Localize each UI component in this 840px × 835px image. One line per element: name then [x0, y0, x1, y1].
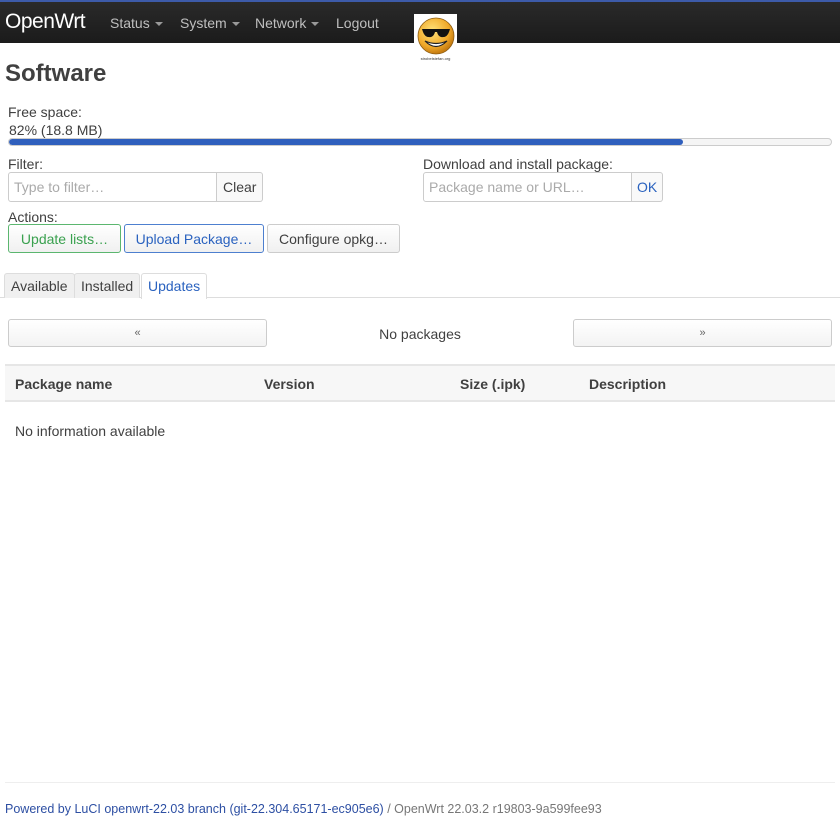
- free-space-value: 82% (18.8 MB): [9, 122, 103, 138]
- download-ok-button[interactable]: OK: [632, 172, 664, 202]
- logo-caption: strobelstefan.org: [420, 56, 451, 61]
- footer-divider: [5, 782, 835, 783]
- upload-package-button[interactable]: Upload Package…: [124, 224, 264, 253]
- nav-logout-label: Logout: [336, 15, 379, 31]
- package-tabs: Available Installed Updates: [0, 273, 840, 299]
- caret-down-icon: [154, 22, 163, 27]
- column-size[interactable]: Size (.ipk): [460, 376, 525, 392]
- clear-filter-button[interactable]: Clear: [217, 172, 264, 202]
- filter-input[interactable]: [8, 172, 217, 202]
- column-package-name[interactable]: Package name: [15, 376, 112, 392]
- nav-status-label: Status: [110, 15, 150, 31]
- caret-down-icon: [231, 22, 240, 27]
- page-title: Software: [5, 60, 107, 87]
- filter-group: Clear: [8, 172, 264, 202]
- nav-network-label: Network: [255, 15, 307, 31]
- brand-logo[interactable]: OpenWrt: [5, 10, 86, 34]
- free-space-label: Free space:: [8, 104, 82, 120]
- update-lists-button[interactable]: Update lists…: [8, 224, 121, 253]
- luci-link[interactable]: Powered by LuCI openwrt-22.03 branch (gi…: [5, 802, 384, 816]
- free-space-progress-bar: [8, 138, 832, 146]
- free-space-progress-fill: [9, 139, 684, 145]
- tab-installed[interactable]: Installed: [74, 273, 141, 298]
- footer: Powered by LuCI openwrt-22.03 branch (gi…: [5, 802, 602, 816]
- firmware-version: OpenWrt 22.03.2 r19803-9a599fee93: [394, 802, 602, 816]
- table-header: Package name Version Size (.ipk) Descrip…: [5, 364, 835, 402]
- empty-table-message: No information available: [15, 423, 166, 439]
- package-url-input[interactable]: [423, 172, 632, 202]
- column-version[interactable]: Version: [264, 376, 315, 392]
- nav-system-label: System: [180, 15, 227, 31]
- tab-updates[interactable]: Updates: [141, 273, 208, 299]
- nav-status[interactable]: Status: [110, 15, 163, 31]
- nav-logout[interactable]: Logout: [336, 15, 379, 31]
- sunglasses-smiley-icon: [417, 17, 454, 55]
- filter-label: Filter:: [8, 156, 43, 172]
- download-label: Download and install package:: [423, 156, 613, 172]
- tab-available[interactable]: Available: [4, 273, 75, 298]
- column-description[interactable]: Description: [589, 376, 666, 392]
- actions-label: Actions:: [8, 209, 58, 225]
- download-group: OK: [423, 172, 664, 202]
- next-page-button[interactable]: »: [573, 319, 832, 347]
- configure-opkg-button[interactable]: Configure opkg…: [267, 224, 400, 253]
- nav-system[interactable]: System: [180, 15, 240, 31]
- footer-separator: /: [383, 802, 395, 816]
- nav-network[interactable]: Network: [255, 15, 320, 31]
- site-logo: strobelstefan.org: [414, 14, 457, 63]
- caret-down-icon: [311, 22, 320, 27]
